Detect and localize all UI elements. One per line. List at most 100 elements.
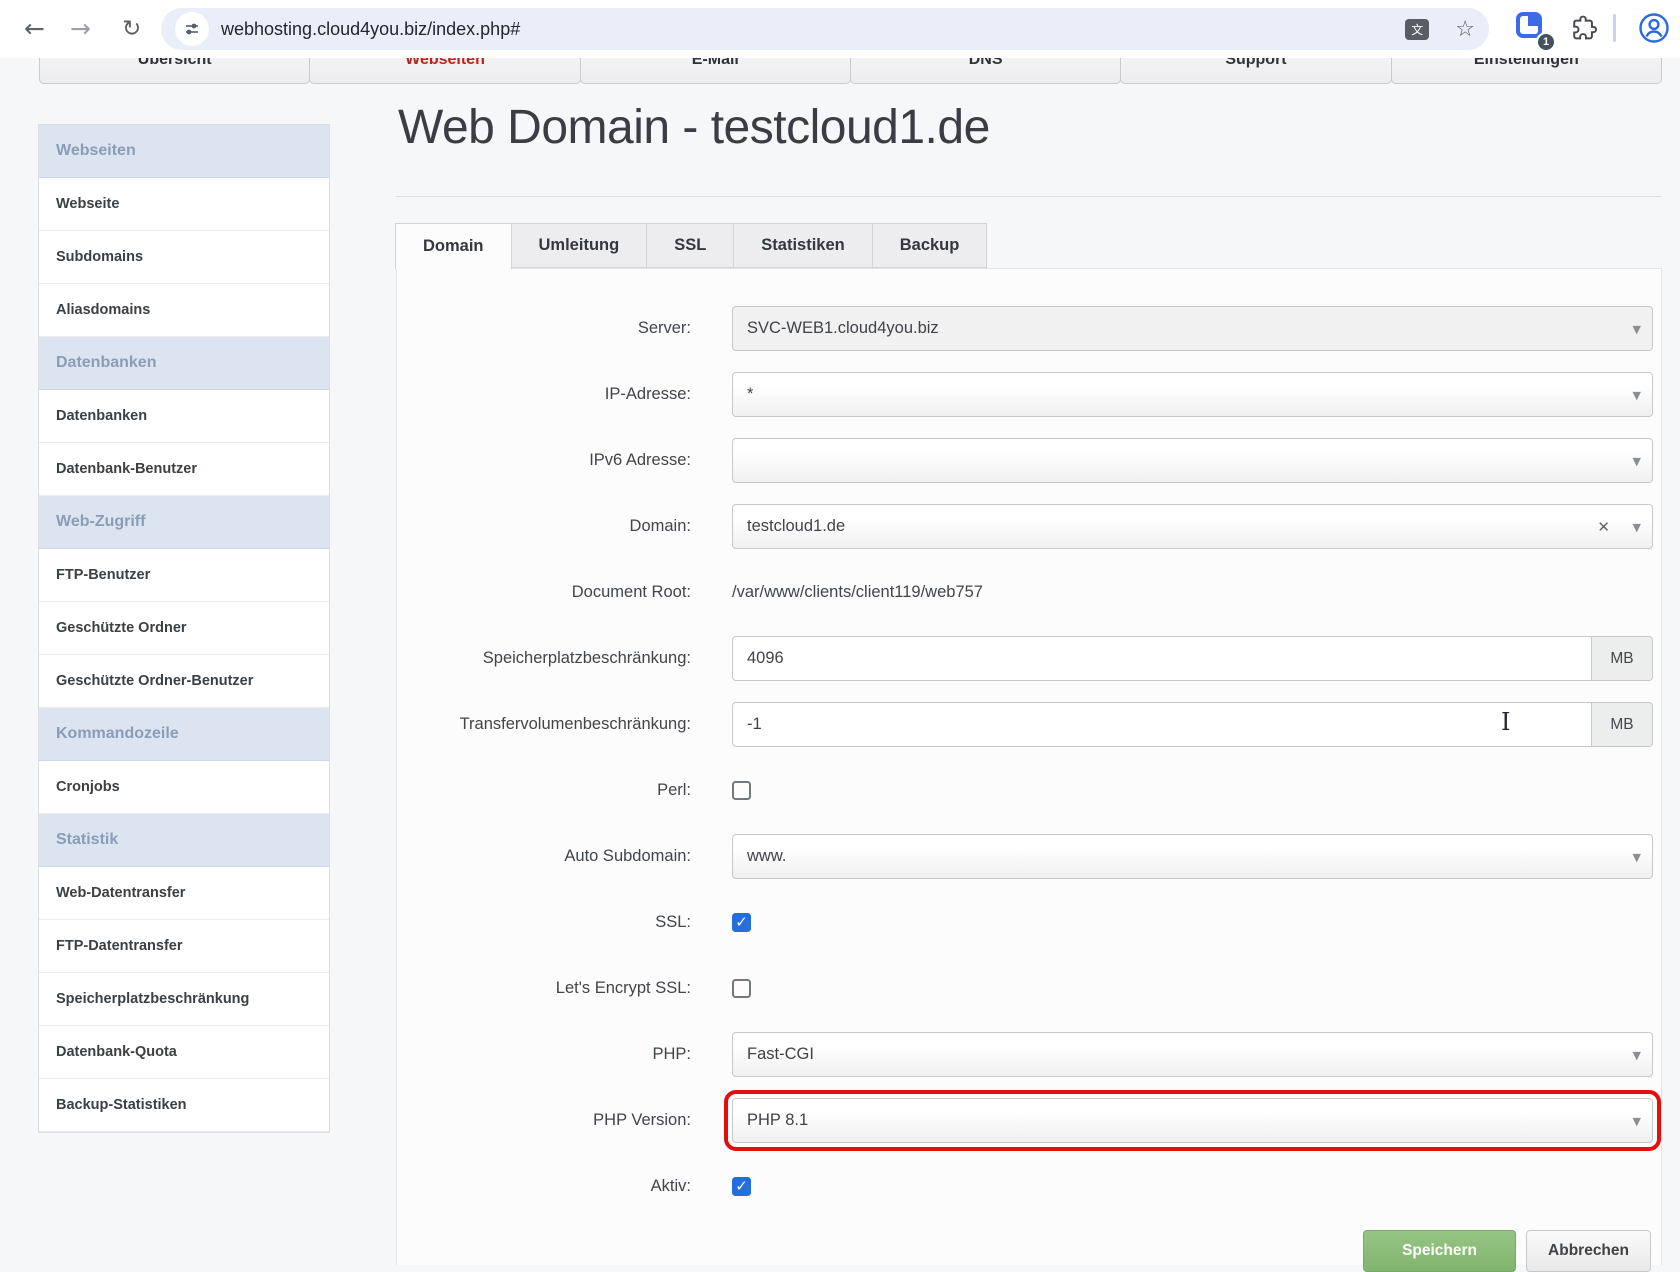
sidebar-item-ftp-benutzer[interactable]: FTP-Benutzer [39, 549, 329, 602]
ipv6-label: IPv6 Adresse: [397, 438, 691, 483]
quota-unit: MB [1592, 636, 1653, 681]
auto-subdomain-value: www. [747, 847, 786, 865]
ipv6-select[interactable]: ▼ [732, 438, 1653, 483]
ssl-checkbox[interactable]: ✓ [732, 913, 751, 932]
url-text[interactable]: webhosting.cloud4you.biz/index.php# [221, 19, 1395, 40]
nav-tab-support[interactable]: Support [1120, 58, 1391, 84]
form-row-auto-subdomain: Auto Subdomain: www. ▼ [397, 834, 1661, 879]
auto-subdomain-label: Auto Subdomain: [397, 834, 691, 879]
form-row-php-version: PHP Version: PHP 8.1 ▼ [397, 1098, 1661, 1143]
server-select[interactable]: SVC-WEB1.cloud4you.biz ▼ [732, 306, 1653, 351]
browser-toolbar: ← → ↻ webhosting.cloud4you.biz/index.php… [0, 0, 1680, 58]
php-select[interactable]: Fast-CGI ▼ [732, 1032, 1653, 1077]
form-row-domain: Domain: testcloud1.de ✕ ▼ [397, 504, 1661, 549]
aktiv-label: Aktiv: [397, 1164, 691, 1209]
server-label: Server: [397, 306, 691, 351]
extensions-puzzle-icon[interactable] [1570, 14, 1598, 42]
domain-combobox[interactable]: testcloud1.de ✕ ▼ [732, 504, 1653, 549]
ip-label: IP-Adresse: [397, 372, 691, 417]
ip-value: * [747, 385, 753, 403]
save-button[interactable]: Speichern [1363, 1230, 1516, 1272]
form-row-ipv6: IPv6 Adresse: ▼ [397, 438, 1661, 483]
form-row-php: PHP: Fast-CGI ▼ [397, 1032, 1661, 1077]
sidebar-item-subdomains[interactable]: Subdomains [39, 231, 329, 284]
text-cursor: I [1501, 708, 1510, 736]
traffic-input[interactable]: -1 [732, 702, 1592, 747]
tab-umleitung[interactable]: Umleitung [511, 223, 648, 268]
translate-icon[interactable]: 文 [1405, 19, 1429, 40]
domain-form: Server: SVC-WEB1.cloud4you.biz ▼ IP-Adre… [397, 269, 1661, 1272]
form-row-server: Server: SVC-WEB1.cloud4you.biz ▼ [397, 306, 1661, 351]
quota-input[interactable]: 4096 [732, 636, 1592, 681]
sidebar-item-cronjobs[interactable]: Cronjobs [39, 761, 329, 814]
sidebar-item-datenbank-quota[interactable]: Datenbank-Quota [39, 1026, 329, 1079]
content-tabs: Domain Umleitung SSL Statistiken Backup [396, 223, 987, 269]
traffic-label: Transfervolumenbeschränkung: [397, 702, 691, 747]
forward-icon[interactable]: → [70, 15, 91, 43]
form-row-ssl: SSL: ✓ [397, 900, 1661, 945]
page-title: Web Domain - testcloud1.de [398, 100, 990, 155]
auto-subdomain-select[interactable]: www. ▼ [732, 834, 1653, 879]
document-root-label: Document Root: [397, 570, 691, 615]
php-value: Fast-CGI [747, 1045, 814, 1063]
bookmark-star-icon[interactable]: ☆ [1455, 17, 1475, 42]
sidebar-header-web-zugriff: Web-Zugriff [39, 496, 329, 549]
domain-label: Domain: [397, 504, 691, 549]
sidebar: Webseiten Webseite Subdomains Aliasdomai… [38, 124, 330, 1133]
domain-form-panel: Server: SVC-WEB1.cloud4you.biz ▼ IP-Adre… [396, 268, 1662, 1265]
php-label: PHP: [397, 1032, 691, 1077]
tune-icon [183, 20, 201, 38]
sidebar-item-backup-statistiken[interactable]: Backup-Statistiken [39, 1079, 329, 1132]
sidebar-item-web-datentransfer[interactable]: Web-Datentransfer [39, 867, 329, 920]
pinned-extension-button[interactable]: 1 [1516, 12, 1550, 46]
clear-icon[interactable]: ✕ [1597, 505, 1610, 549]
nav-tab-uebersicht[interactable]: Übersicht [39, 58, 310, 84]
toolbar-divider [1613, 14, 1616, 42]
cancel-button[interactable]: Abbrechen [1526, 1230, 1651, 1272]
tab-statistiken[interactable]: Statistiken [733, 223, 872, 268]
ssl-label: SSL: [397, 900, 691, 945]
sidebar-item-webseite[interactable]: Webseite [39, 178, 329, 231]
sidebar-item-geschuetzte-ordner[interactable]: Geschützte Ordner [39, 602, 329, 655]
form-row-aktiv: Aktiv: ✓ [397, 1164, 1661, 1209]
sidebar-header-kommandozeile: Kommandozeile [39, 708, 329, 761]
document-root-value: /var/www/clients/client119/web757 [732, 570, 983, 615]
sidebar-item-speicherplatzbeschraenkung[interactable]: Speicherplatzbeschränkung [39, 973, 329, 1026]
quota-label: Speicherplatzbeschränkung: [397, 636, 691, 681]
extension-badge: 1 [1536, 32, 1556, 52]
sidebar-item-datenbanken[interactable]: Datenbanken [39, 390, 329, 443]
traffic-unit: MB [1592, 702, 1653, 747]
back-icon[interactable]: ← [24, 15, 45, 43]
reload-icon[interactable]: ↻ [122, 15, 141, 43]
letsencrypt-checkbox[interactable] [732, 979, 751, 998]
chevron-down-icon: ▼ [1633, 1033, 1641, 1077]
chevron-down-icon: ▼ [1633, 1099, 1641, 1143]
chevron-down-icon: ▼ [1633, 373, 1641, 417]
sidebar-header-datenbanken: Datenbanken [39, 337, 329, 390]
tab-ssl[interactable]: SSL [646, 223, 734, 268]
aktiv-checkbox[interactable]: ✓ [732, 1177, 751, 1196]
app-navigation: Übersicht Webseiten E-Mail DNS Support E… [0, 58, 1680, 84]
sidebar-item-datenbank-benutzer[interactable]: Datenbank-Benutzer [39, 443, 329, 496]
nav-tab-email[interactable]: E-Mail [580, 58, 851, 84]
perl-checkbox[interactable] [732, 781, 751, 800]
sidebar-item-geschuetzte-ordner-benutzer[interactable]: Geschützte Ordner-Benutzer [39, 655, 329, 708]
chevron-down-icon: ▼ [1633, 505, 1641, 549]
tab-backup[interactable]: Backup [872, 223, 988, 268]
nav-tab-einstellungen[interactable]: Einstellungen [1391, 58, 1662, 84]
server-value: SVC-WEB1.cloud4you.biz [747, 319, 939, 337]
chevron-down-icon: ▼ [1633, 307, 1641, 351]
php-version-select[interactable]: PHP 8.1 ▼ [732, 1098, 1653, 1143]
form-row-letsencrypt: Let's Encrypt SSL: [397, 966, 1661, 1011]
tab-domain[interactable]: Domain [395, 223, 512, 269]
form-row-quota: Speicherplatzbeschränkung: 4096 MB [397, 636, 1661, 681]
nav-tab-dns[interactable]: DNS [850, 58, 1121, 84]
nav-tab-webseiten[interactable]: Webseiten [309, 58, 580, 84]
profile-icon[interactable] [1638, 12, 1670, 44]
php-version-label: PHP Version: [397, 1098, 691, 1143]
sidebar-item-ftp-datentransfer[interactable]: FTP-Datentransfer [39, 920, 329, 973]
sidebar-item-aliasdomains[interactable]: Aliasdomains [39, 284, 329, 337]
ip-select[interactable]: * ▼ [732, 372, 1653, 417]
site-info-icon[interactable] [175, 12, 209, 46]
address-bar[interactable]: webhosting.cloud4you.biz/index.php# 文 ☆ [161, 8, 1489, 50]
